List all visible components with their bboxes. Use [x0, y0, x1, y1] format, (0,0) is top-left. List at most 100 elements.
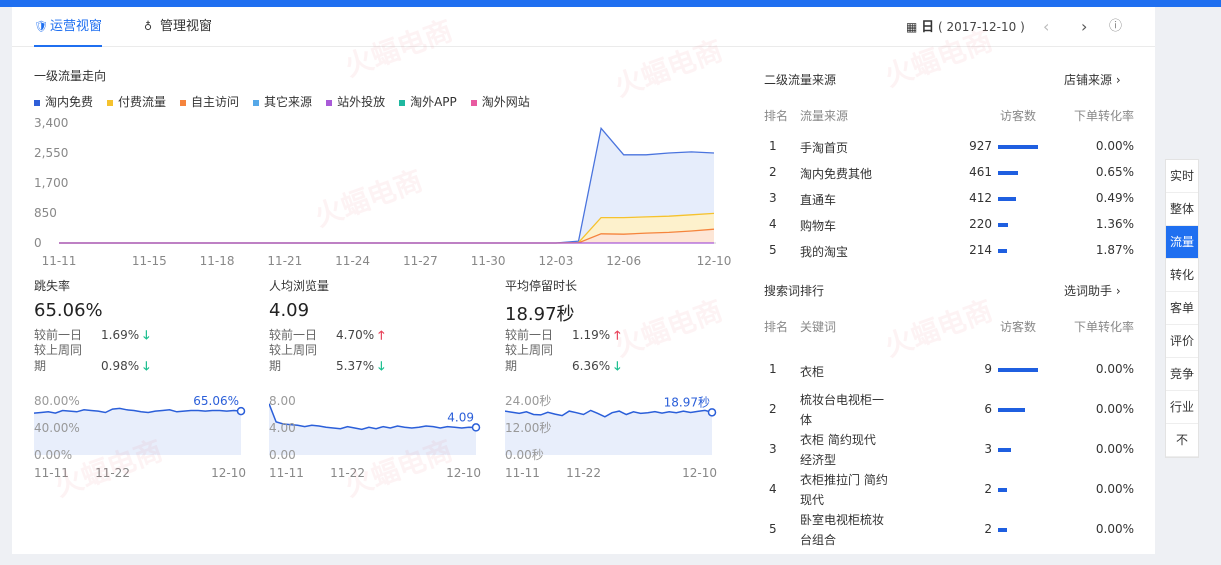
visitors-cell: 9 — [984, 362, 992, 376]
conversion-cell: 0.49% — [1095, 191, 1134, 205]
visitors-cell: 3 — [984, 442, 992, 456]
sparkline-line — [269, 403, 477, 431]
last-value-label: 18.97秒 — [664, 395, 710, 409]
medal-icon: ♁ — [144, 20, 153, 33]
x-tick-label: 11-18 — [200, 254, 235, 267]
chevron-right-icon: › — [1115, 284, 1121, 298]
header-rank: 排名 — [764, 320, 789, 334]
compare-label: 较前一日 — [269, 328, 318, 342]
rank-cell: 2 — [769, 402, 777, 416]
metric-name: 平均停留时长 — [505, 279, 578, 293]
conversion-cell: 0.00% — [1095, 139, 1134, 153]
week-compare: 较上周同期 6.36% 🡓 — [505, 343, 621, 373]
sparkline-area — [269, 403, 476, 455]
visitors-cell: 214 — [969, 243, 992, 257]
legend-swatch-icon — [107, 99, 114, 106]
tab-operations[interactable]: 🛡 运营视窗 — [34, 7, 103, 47]
source-row[interactable]: 3 直通车 412 0.49% — [764, 191, 1134, 217]
legend-swatch-icon — [326, 99, 333, 106]
prev-date-icon[interactable]: ‹ — [1043, 7, 1049, 47]
header-visitors: 访客数 — [1000, 320, 1037, 334]
metric-block: 人均浏览量 4.09 — [269, 277, 329, 321]
y-tick-label: 0.00 — [269, 448, 296, 462]
keyword-row[interactable]: 1 衣柜 9 0.00% — [764, 350, 1134, 390]
arrow-up-icon: 🡑 — [374, 328, 385, 342]
visitors-bar — [998, 145, 1038, 149]
legend-item[interactable]: 站外投放 — [326, 95, 385, 109]
legend-item[interactable]: 其它来源 — [253, 95, 312, 109]
last-value-label: 4.09 — [447, 410, 474, 424]
side-nav-6[interactable]: 竞争 — [1166, 358, 1198, 391]
visitors-bar — [998, 171, 1018, 175]
tab-management[interactable]: ♁ 管理视窗 — [144, 7, 212, 47]
side-nav-8[interactable]: 不 — [1166, 424, 1198, 457]
side-nav-2[interactable]: 流量 — [1166, 226, 1198, 259]
sparkline-endpoint — [236, 406, 246, 416]
rank-cell: 3 — [769, 442, 777, 456]
side-nav-0[interactable]: 实时 — [1166, 160, 1198, 193]
side-nav-5[interactable]: 评价 — [1166, 325, 1198, 358]
keyword-row[interactable]: 4 衣柜推拉门 简约 现代 2 0.00% — [764, 470, 1134, 510]
traffic-trend-title: 一级流量走向 — [34, 69, 107, 83]
legend-swatch-icon — [399, 99, 406, 106]
legend-item[interactable]: 淘内免费 — [34, 95, 93, 109]
visitors-bar — [998, 408, 1025, 412]
x-tick-label: 11-11 — [42, 254, 77, 267]
calendar-icon: ▦ — [906, 20, 918, 34]
compare-pct: 0.98% 🡓 — [101, 359, 150, 373]
x-tick-label: 11-24 — [335, 254, 370, 267]
side-nav-4[interactable]: 客单 — [1166, 292, 1198, 325]
conversion-cell: 0.00% — [1095, 482, 1134, 496]
x-tick-label: 11-11 — [34, 466, 69, 480]
visitors-cell: 927 — [969, 139, 992, 153]
keyword-row[interactable]: 3 衣柜 简约现代 经济型 3 0.00% — [764, 430, 1134, 470]
visitors-cell: 220 — [969, 217, 992, 231]
legend-item[interactable]: 淘外网站 — [470, 95, 530, 109]
x-tick-label: 11-22 — [330, 466, 365, 480]
source-row[interactable]: 4 购物车 220 1.36% — [764, 217, 1134, 243]
y-tick-label: 850 — [34, 206, 57, 220]
compare-pct: 5.37% 🡓 — [336, 359, 385, 373]
header-conv: 下单转化率 — [1073, 320, 1134, 334]
legend-item[interactable]: 付费流量 — [107, 95, 166, 109]
legend-item[interactable]: 自主访问 — [180, 95, 239, 109]
source-name-cell: 淘内免费其他 — [800, 167, 873, 181]
visitors-bar — [998, 448, 1011, 452]
source-row[interactable]: 1 手淘首页 927 0.00% — [764, 139, 1134, 165]
store-source-link[interactable]: 店铺来源 › — [1064, 71, 1121, 88]
day-compare: 较前一日 1.69% 🡓 — [34, 326, 234, 342]
y-tick-label: 12.00秒 — [505, 421, 551, 435]
source-row[interactable]: 5 我的淘宝 214 1.87% — [764, 243, 1134, 269]
next-date-icon[interactable]: › — [1081, 7, 1087, 47]
rank-cell: 5 — [769, 522, 777, 536]
source-row[interactable]: 2 淘内免费其他 461 0.65% — [764, 165, 1134, 191]
compare-label: 较前一日 — [505, 328, 554, 342]
header-conv: 下单转化率 — [1073, 109, 1134, 123]
rank-cell: 4 — [769, 482, 777, 496]
legend-item[interactable]: 淘外APP — [399, 95, 457, 109]
keyword-row[interactable]: 2 梳妆台电视柜一体 6 0.00% — [764, 390, 1134, 430]
rank-cell: 4 — [769, 217, 777, 231]
keyword-helper-link[interactable]: 选词助手 › — [1064, 282, 1121, 299]
info-icon[interactable]: ⓘ — [1109, 7, 1122, 47]
metric-sparkline-chart: 0.00% 40.00% 80.00% 65.06% 11-11 11-22 12-10 — [34, 394, 246, 480]
keyword-row[interactable]: 5 卧室电视柜梳妆 台组合 2 0.00% — [764, 510, 1134, 550]
y-tick-label: 24.00秒 — [505, 394, 551, 408]
x-tick-label: 12-10 — [446, 466, 481, 480]
conversion-cell: 0.00% — [1095, 402, 1134, 416]
visitors-cell: 2 — [984, 522, 992, 536]
metric-block: 跳失率 65.06% — [34, 277, 103, 321]
x-tick-label: 12-03 — [538, 254, 573, 267]
side-nav-1[interactable]: 整体 — [1166, 193, 1198, 226]
date-picker[interactable]: ▦ 日 ( 2017-12-10 ) — [906, 7, 1025, 47]
visitors-cell: 461 — [969, 165, 992, 179]
week-compare: 较上周同期 0.98% 🡓 — [34, 343, 150, 373]
x-tick-label: 12-10 — [682, 466, 717, 480]
keyword-cell: 衣柜 简约现代 经济型 — [800, 433, 876, 467]
header-rank: 排名 — [764, 109, 789, 123]
side-nav-7[interactable]: 行业 — [1166, 391, 1198, 424]
y-tick-label: 80.00% — [34, 394, 80, 408]
traffic-trend-chart: 0 850 1,700 2,550 3,400 11-11 11-15 11-18 11-21 1… — [34, 116, 731, 267]
side-nav-3[interactable]: 转化 — [1166, 259, 1198, 292]
visitors-bar — [998, 368, 1038, 372]
